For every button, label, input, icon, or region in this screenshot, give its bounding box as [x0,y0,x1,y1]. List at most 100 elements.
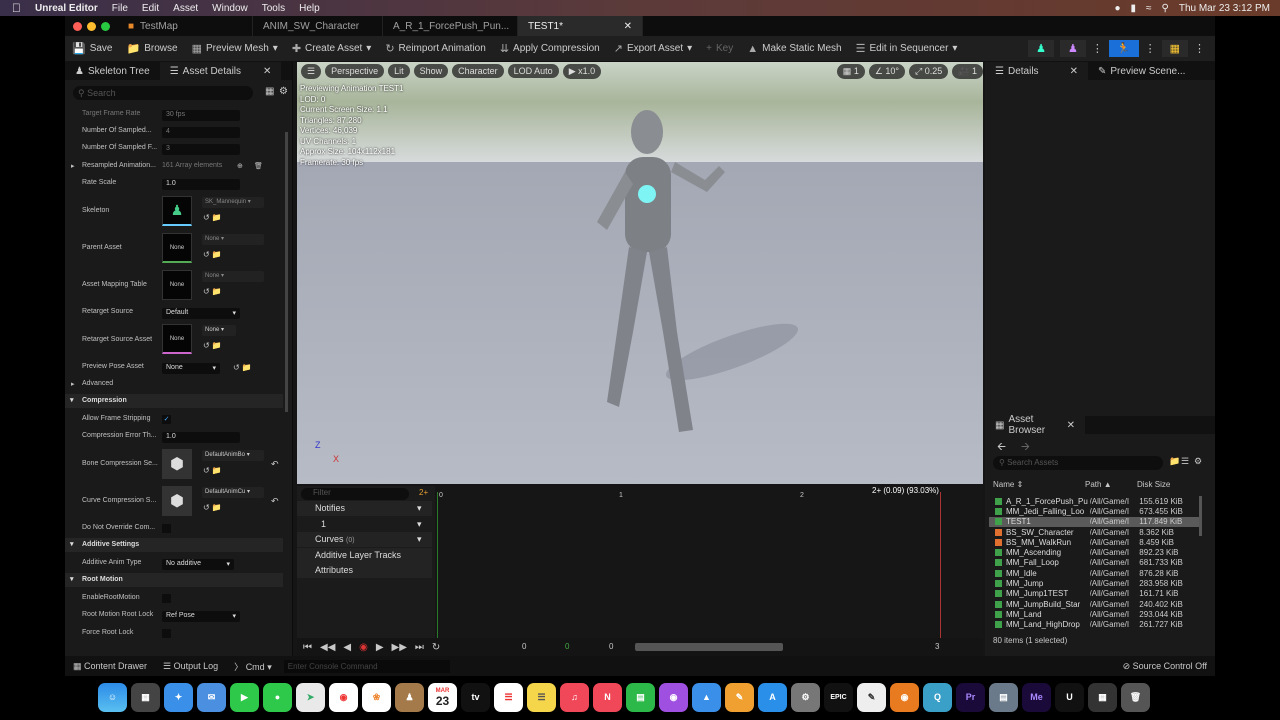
frame-stripping-checkbox[interactable]: ✓ [162,415,171,424]
retarget-asset-thumbnail[interactable]: None [162,324,192,354]
play-reverse-icon[interactable]: ◀ [343,642,351,653]
clock[interactable]: Thu Mar 23 3:12 PM [1179,3,1270,14]
trash-icon[interactable]: 🗑 [1121,682,1150,712]
mail-icon[interactable]: ✉ [197,682,226,712]
asset-row[interactable]: A_R_1_ForcePush_Pu/All/Game/I 155.619 KiB [989,496,1199,506]
tab-details[interactable]: ☰ Details ✕ [985,62,1088,80]
calendar-icon[interactable]: MAR 23 [428,682,457,712]
close-icon[interactable]: ✕ [263,66,271,77]
zoom-window-icon[interactable] [101,21,110,31]
root-lock-dropdown[interactable]: Ref Pose ▾ [162,611,240,622]
target-frame-rate-dropdown[interactable]: 30 fps [162,110,240,121]
app-name[interactable]: Unreal Editor [35,3,98,14]
rotation-snap-button[interactable]: ∠ 10° [868,63,906,79]
menu-edit[interactable]: Edit [142,3,159,14]
camera-speed-button[interactable]: 🎥 1 [952,63,983,79]
playhead[interactable] [940,492,941,638]
tab-asset-browser[interactable]: ▦ Asset Browser ✕ [985,414,1085,436]
menu-tools[interactable]: Tools [262,3,285,14]
additive-type-dropdown[interactable]: No additive ▾ [162,559,234,570]
more-options-icon[interactable]: ⋮ [1194,42,1205,55]
maps-icon[interactable]: ➤ [296,682,325,712]
menu-help[interactable]: Help [299,3,320,14]
reimport-animation-button[interactable]: ↻ Reimport Animation [378,42,492,55]
timeline-scrollbar[interactable] [635,643,783,651]
epic-games-icon[interactable]: EPIC [824,682,853,712]
lit-button[interactable]: Lit [388,64,410,78]
column-name[interactable]: Name ⇕ [989,480,1085,492]
console-input[interactable]: Enter Console Command [283,659,450,673]
asset-row[interactable]: MM_Land_HighDrop/All/Game/I 261.727 KiB [989,620,1199,630]
details-search-input[interactable]: ⚲ Search [73,86,253,100]
safari-icon[interactable]: ✦ [164,682,193,712]
skip-start-icon[interactable]: ⏮ [303,642,312,653]
tab-test1[interactable]: TEST1* ✕ [518,16,643,36]
mannequin-character[interactable] [567,102,807,462]
wifi-icon[interactable]: ≈ [1146,3,1152,14]
parent-asset-dropdown[interactable]: None ▾ [202,234,264,245]
asset-row[interactable]: MM_Jedi_Falling_Loo/All/Game/I 673.455 Ki… [989,506,1199,516]
menu-asset[interactable]: Asset [173,3,198,14]
lod-button[interactable]: LOD Auto [507,64,559,78]
skeleton-thumbnail[interactable]: ♟ [162,196,192,226]
retarget-asset-dropdown[interactable]: None ▾ [202,325,236,336]
asset-row[interactable]: MM_Idle/All/Game/I 876.28 KiB [989,568,1199,578]
close-window-icon[interactable] [73,21,82,31]
step-forward-icon[interactable]: ▶▶ [392,642,407,653]
character-button[interactable]: Character [452,64,504,78]
launchpad-icon[interactable]: ▦ [131,682,160,712]
tab-forcepush[interactable]: A_R_1_ForcePush_Pun... [383,16,518,36]
forward-arrow-icon[interactable]: 🡪 [1021,438,1030,457]
downloads-icon[interactable]: ▦ [1088,682,1117,712]
news-icon[interactable]: N [593,682,622,712]
export-asset-button[interactable]: ↗ Export Asset ▾ [607,42,699,55]
play-speed-button[interactable]: ▶ x1.0 [562,63,602,79]
expand-arrow-icon[interactable]: ▸ [71,162,75,170]
music-icon[interactable]: ♫ [560,682,589,712]
numbers-icon[interactable]: ▤ [626,682,655,712]
preview-mesh-button[interactable]: ▦ Preview Mesh ▾ [185,42,285,55]
use-selected-icon[interactable]: ↺ 📁 [203,341,222,350]
system-settings-icon[interactable]: ⚙ [791,682,820,712]
minimize-window-icon[interactable] [87,21,96,31]
use-selected-icon[interactable]: ↺ 📁 [203,466,222,475]
use-selected-icon[interactable]: ↺ 📁 [203,503,222,512]
unreal-engine-icon[interactable]: U [1055,682,1084,712]
gear-icon[interactable]: ⚙ [1194,456,1202,467]
scale-snap-button[interactable]: ⤢ 0.25 [909,63,949,79]
notes-icon[interactable]: ☰ [527,682,556,712]
asset-row[interactable]: MM_Land/All/Game/I 293.044 KiB [989,609,1199,619]
enable-root-motion-checkbox[interactable] [162,594,171,603]
media-encoder-icon[interactable]: Me [1022,682,1051,712]
animation-viewport[interactable]: ☰ Perspective Lit Show Character LOD Aut… [297,62,983,484]
asset-row[interactable]: MM_Ascending/All/Game/I 892.23 KiB [989,547,1199,557]
timeline-filter-input[interactable]: Filter [301,488,409,500]
reset-icon[interactable]: ↶ [271,496,279,507]
parent-asset-thumbnail[interactable]: None [162,233,192,263]
key-button[interactable]: + Key [699,43,740,54]
no-override-checkbox[interactable] [162,524,171,533]
back-arrow-icon[interactable]: 🡨 [997,438,1006,457]
search-icon[interactable]: ⚲ [1162,3,1169,14]
asset-row[interactable]: MM_JumpBuild_Star/All/Game/I 240.402 KiB [989,599,1199,609]
animation-mode-icon[interactable]: 🏃 [1108,40,1139,57]
asset-row[interactable]: BS_SW_Character/All/Game/I 8.362 KiB [989,527,1199,537]
save-button[interactable]: 💾 Save [65,42,120,55]
tab-asset-details[interactable]: ☰ Asset Details ✕ [159,62,282,80]
more-options-icon[interactable]: ⋮ [1145,42,1156,55]
asset-search-input[interactable]: ⚲ Search Assets [993,456,1163,470]
disk-utility-icon[interactable]: ▤ [989,682,1018,712]
reset-icon[interactable]: ↶ [271,459,279,470]
scrollbar[interactable] [1199,496,1202,536]
premiere-icon[interactable]: Pr [956,682,985,712]
blender-icon[interactable]: ◉ [890,682,919,712]
additive-layer-tracks[interactable]: Additive Layer Tracks [297,548,432,563]
finder-icon[interactable]: ☺ [98,682,127,712]
create-asset-button[interactable]: ✚ Create Asset ▾ [285,42,379,55]
loop-icon[interactable]: ↻ [432,642,440,653]
facetime-icon[interactable]: ▶ [230,682,259,712]
make-static-mesh-button[interactable]: ▲ Make Static Mesh [740,43,848,55]
tab-preview-scene[interactable]: ✎ Preview Scene... [1088,62,1195,80]
grid-view-icon[interactable]: ▦ [265,86,274,97]
quicktime-icon[interactable]: Q [923,682,952,712]
